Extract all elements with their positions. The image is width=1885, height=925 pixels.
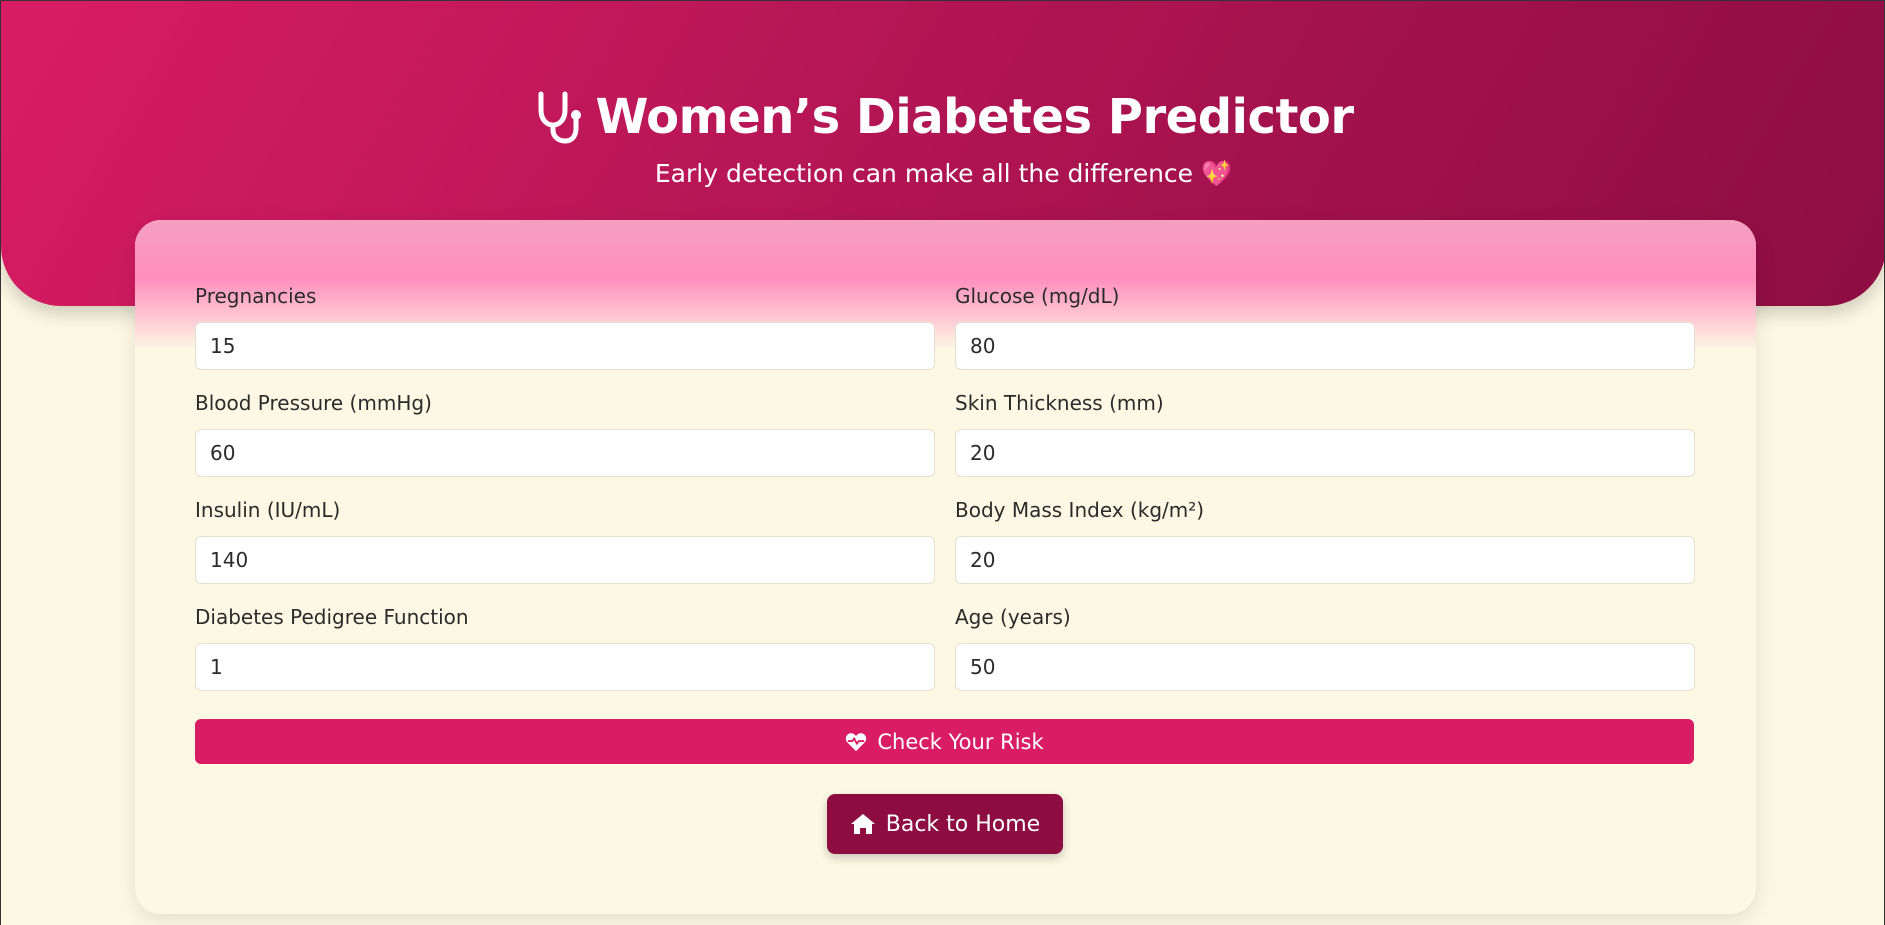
bmi-input[interactable] bbox=[955, 536, 1695, 584]
insulin-label: Insulin (IU/mL) bbox=[195, 498, 341, 522]
page: Women’s Diabetes Predictor Early detecti… bbox=[0, 0, 1885, 925]
page-title: Women’s Diabetes Predictor bbox=[595, 89, 1354, 145]
age-input[interactable] bbox=[955, 643, 1695, 691]
back-to-home-label: Back to Home bbox=[885, 811, 1041, 837]
pedigree-input[interactable] bbox=[195, 643, 935, 691]
glucose-input[interactable] bbox=[955, 322, 1695, 370]
blood-pressure-label: Blood Pressure (mmHg) bbox=[195, 391, 432, 415]
insulin-input[interactable] bbox=[195, 536, 935, 584]
title-row: Women’s Diabetes Predictor bbox=[1, 89, 1884, 145]
pregnancies-input[interactable] bbox=[195, 322, 935, 370]
stethoscope-icon bbox=[533, 90, 585, 144]
check-risk-label: Check Your Risk bbox=[877, 729, 1044, 754]
form-card: Pregnancies Glucose (mg/dL) Blood Pressu… bbox=[135, 220, 1756, 914]
skin-thickness-input[interactable] bbox=[955, 429, 1695, 477]
heart-pulse-icon bbox=[845, 732, 867, 752]
check-risk-button[interactable]: Check Your Risk bbox=[195, 719, 1694, 764]
page-subtitle: Early detection can make all the differe… bbox=[654, 159, 1233, 188]
glucose-label: Glucose (mg/dL) bbox=[955, 284, 1120, 308]
pedigree-label: Diabetes Pedigree Function bbox=[195, 605, 469, 629]
blood-pressure-input[interactable] bbox=[195, 429, 935, 477]
age-label: Age (years) bbox=[955, 605, 1071, 629]
skin-thickness-label: Skin Thickness (mm) bbox=[955, 391, 1164, 415]
home-icon bbox=[850, 813, 876, 835]
bmi-label: Body Mass Index (kg/m²) bbox=[955, 498, 1205, 522]
pregnancies-label: Pregnancies bbox=[195, 284, 317, 308]
back-to-home-button[interactable]: Back to Home bbox=[827, 794, 1063, 854]
